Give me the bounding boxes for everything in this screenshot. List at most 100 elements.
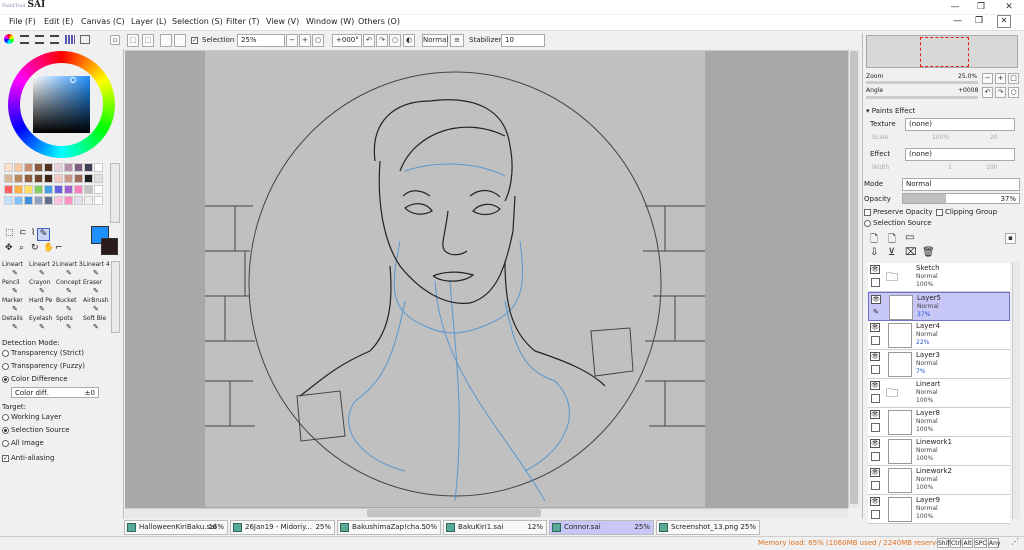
color-swatch[interactable] <box>74 174 83 183</box>
brush-icon[interactable]: ✎ <box>12 323 18 331</box>
color-swatch[interactable] <box>74 185 83 194</box>
layer-lock-box[interactable] <box>871 336 880 345</box>
layer-lock-box[interactable] <box>871 481 880 490</box>
preserve-opacity-checkbox[interactable] <box>864 208 871 216</box>
brush-icon[interactable]: ✎ <box>39 287 45 295</box>
brush-icon[interactable]: ✎ <box>39 305 45 313</box>
menu-item-0[interactable]: File (F) <box>9 17 36 26</box>
target-option[interactable]: Selection Source <box>2 426 70 434</box>
zoom-in-button[interactable]: + <box>299 34 311 47</box>
detection-option[interactable]: Transparency (Strict) <box>2 349 84 357</box>
nav-zoom-out-button[interactable]: − <box>982 73 993 84</box>
detection-option[interactable]: Color Difference <box>2 375 68 383</box>
color-swatch[interactable] <box>74 163 83 172</box>
color-swatch[interactable] <box>24 196 33 205</box>
color-swatch[interactable] <box>24 185 33 194</box>
color-swatch[interactable] <box>94 174 103 183</box>
rotation-select[interactable]: +000° <box>332 34 362 47</box>
visibility-eye-icon[interactable]: 👁 <box>870 265 880 274</box>
detection-radio[interactable] <box>2 375 9 383</box>
clipping-group-option[interactable]: Clipping Group <box>936 208 997 216</box>
color-swatch[interactable] <box>84 174 93 183</box>
layer-row[interactable]: 👁 Linework2 Normal 100% <box>868 466 1010 495</box>
visibility-eye-icon[interactable]: 👁 <box>870 468 880 477</box>
layer-scrollbar[interactable] <box>1012 262 1020 519</box>
zoom-icon[interactable]: ⌕ <box>19 243 24 253</box>
drawing-canvas[interactable] <box>205 51 705 507</box>
target-radio[interactable] <box>2 426 9 434</box>
color-swatch[interactable] <box>34 174 43 183</box>
color-swatch[interactable] <box>64 196 73 205</box>
brush-icon[interactable]: ✎ <box>12 287 18 295</box>
color-swatch[interactable] <box>94 163 103 172</box>
layer-lock-box[interactable] <box>871 365 880 374</box>
secondary-color-swatch[interactable] <box>101 238 118 255</box>
brush-icon[interactable]: ✎ <box>93 287 99 295</box>
move-icon[interactable]: ✥ <box>5 243 13 253</box>
horizontal-scroll-thumb[interactable] <box>367 509 541 517</box>
color-swatch[interactable] <box>54 196 63 205</box>
layer-mode-select[interactable]: Normal <box>902 178 1020 191</box>
marquee-icon[interactable]: ⬚ <box>5 228 14 238</box>
color-swatch[interactable] <box>64 174 73 183</box>
color-swatch[interactable] <box>94 196 103 205</box>
intermediate-color-icon[interactable] <box>50 35 59 44</box>
brush-icon[interactable]: ✎ <box>93 269 99 277</box>
anti-aliasing-checkbox[interactable]: ✓ <box>2 454 9 462</box>
visibility-eye-icon[interactable]: 👁 <box>870 497 880 506</box>
selection-source-option[interactable]: Selection Source <box>864 219 932 227</box>
document-tab[interactable]: BakushimaZap!cha... 50% <box>337 520 441 535</box>
hand-icon[interactable]: ✋ <box>43 243 54 253</box>
color-swatch[interactable] <box>84 185 93 194</box>
nav-zoom-slider[interactable] <box>866 81 978 84</box>
flip-button[interactable]: ◐ <box>403 34 415 47</box>
clipping-group-checkbox[interactable] <box>936 208 943 216</box>
color-swatch[interactable] <box>54 185 63 194</box>
brush-icon[interactable]: ✎ <box>66 269 72 277</box>
color-swatch[interactable] <box>74 196 83 205</box>
merge-down-icon[interactable]: ⊻ <box>888 247 895 258</box>
nav-angle-slider[interactable] <box>866 96 978 99</box>
zoom-out-button[interactable]: − <box>286 34 298 47</box>
navigator-viewport[interactable] <box>920 37 969 67</box>
color-swatch[interactable] <box>14 174 23 183</box>
anti-aliasing-option[interactable]: ✓ Anti-aliasing <box>2 454 54 462</box>
color-swatch[interactable] <box>34 185 43 194</box>
color-swatch[interactable] <box>64 185 73 194</box>
color-swatch[interactable] <box>54 174 63 183</box>
hsv-slider-icon[interactable] <box>35 35 44 44</box>
color-swatch[interactable] <box>4 174 13 183</box>
brush-icon[interactable]: ✎ <box>93 323 99 331</box>
zoom-reset-button[interactable]: ○ <box>312 34 324 47</box>
color-swatch[interactable] <box>4 196 13 205</box>
tool-scrollbar[interactable] <box>111 261 120 333</box>
color-swatch[interactable] <box>14 163 23 172</box>
color-swatch[interactable] <box>44 174 53 183</box>
saturation-value-square[interactable] <box>33 76 90 133</box>
color-swatch[interactable] <box>24 163 33 172</box>
target-radio[interactable] <box>2 439 9 447</box>
nav-zoom-fit-button[interactable]: □ <box>1008 73 1019 84</box>
document-tab[interactable]: Screenshot_13.png 25% <box>656 520 760 535</box>
color-swatch[interactable] <box>94 185 103 194</box>
transfer-down-icon[interactable]: ⇩ <box>870 247 878 258</box>
effect-select[interactable]: (none) <box>905 148 1015 161</box>
layer-row[interactable]: 👁 Layer3 Normal 7% <box>868 350 1010 379</box>
menu-item-7[interactable]: Window (W) <box>306 17 354 26</box>
document-tab[interactable]: HalloweenKiriBaku.sai 16% <box>124 520 228 535</box>
rotate-icon[interactable]: ↻ <box>31 243 39 253</box>
menu-item-6[interactable]: View (V) <box>266 17 299 26</box>
nav-zoom-in-button[interactable]: + <box>995 73 1006 84</box>
color-swatch[interactable] <box>14 185 23 194</box>
detection-radio[interactable] <box>2 349 9 357</box>
brush-icon[interactable]: ✎ <box>39 269 45 277</box>
brush-icon[interactable]: ✎ <box>66 323 72 331</box>
nav-rotate-right-button[interactable]: ↷ <box>995 87 1006 98</box>
hide-selection-icon[interactable] <box>174 34 186 47</box>
layer-row[interactable]: 👁 Layer4 Normal 22% <box>868 321 1010 350</box>
menu-item-3[interactable]: Layer (L) <box>131 17 167 26</box>
layer-lock-box[interactable] <box>871 510 880 519</box>
color-swatch[interactable] <box>64 163 73 172</box>
doc-minimize-icon[interactable]: — <box>953 16 962 26</box>
eyedropper-icon[interactable]: ⌐ <box>55 243 63 253</box>
